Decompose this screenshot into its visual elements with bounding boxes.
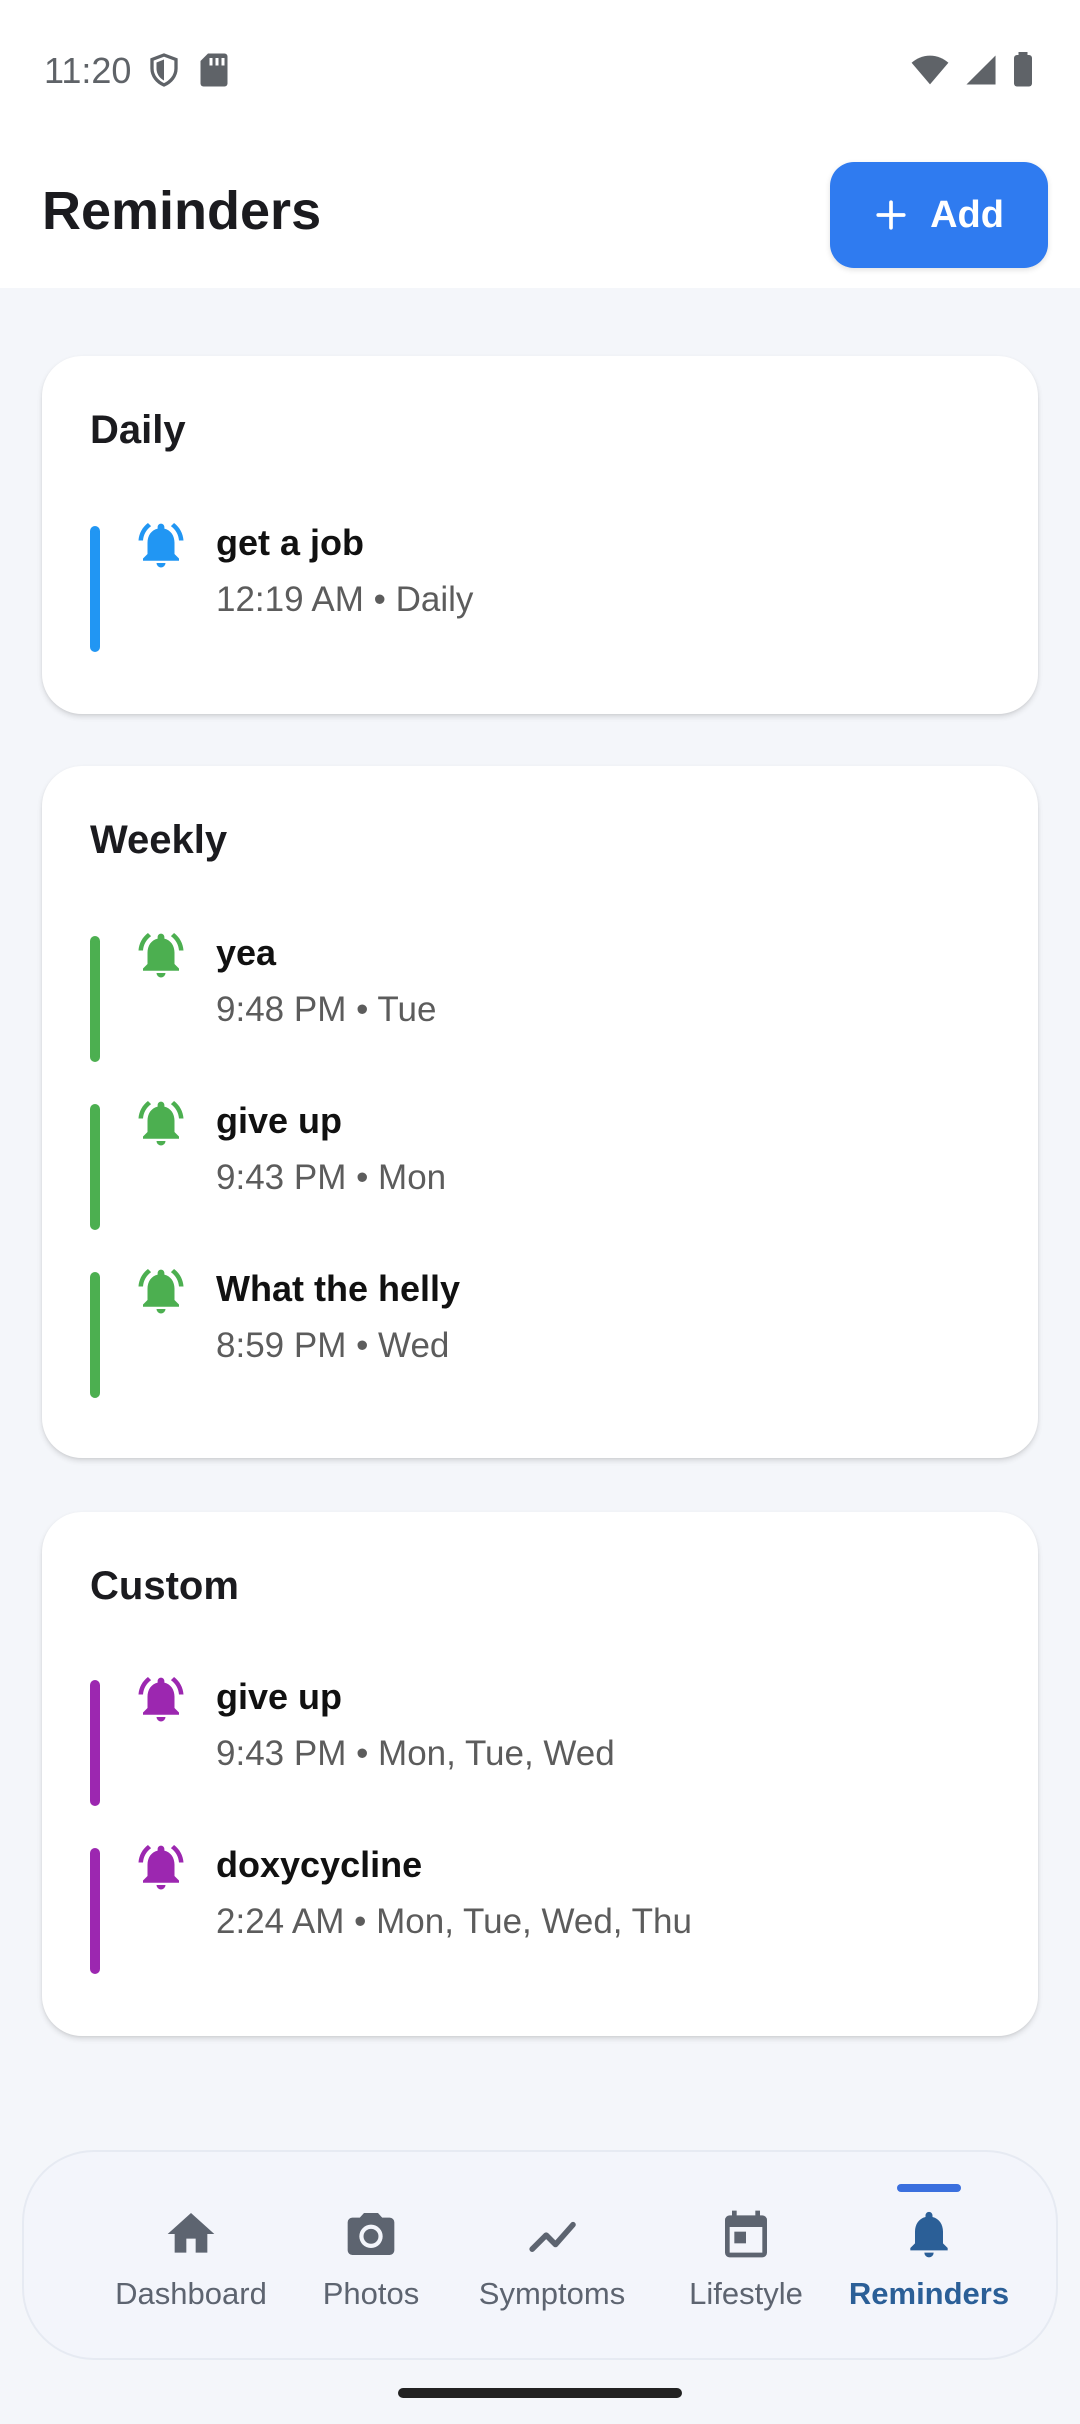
shield-icon [150,53,178,87]
daily-section-card: Daily get a job 12:19 AM • Daily [42,356,1038,714]
reminder-schedule: 9:43 PM • Mon [216,1158,447,1197]
reminder-item[interactable]: get a job 12:19 AM • Daily [90,522,990,652]
reminder-color-bar [90,936,100,1062]
section-title-custom: Custom [90,1564,239,1608]
sd-card-icon [200,53,228,87]
nav-item-photos[interactable]: Photos [276,2152,466,2358]
reminder-title: get a job [216,522,365,563]
bell-alarm-icon [138,1268,184,1314]
reminder-item[interactable]: yea 9:48 PM • Tue [90,932,990,1062]
reminder-item[interactable]: doxycycline 2:24 AM • Mon, Tue, Wed, Thu [90,1844,990,1974]
reminder-item[interactable]: give up 9:43 PM • Mon [90,1100,990,1230]
status-left-icons [146,52,230,88]
page-title: Reminders [42,181,322,241]
reminder-schedule: 9:48 PM • Tue [216,990,437,1029]
header: Reminders Add [0,140,1080,288]
nav-label: Dashboard [115,2276,267,2311]
section-title-weekly: Weekly [90,818,228,862]
reminder-title: What the helly [216,1268,461,1309]
nav-item-symptoms[interactable]: Symptoms [442,2152,662,2358]
screen: 11:20 Reminders Add Daily get a job 12:1… [0,0,1080,2424]
add-button[interactable]: Add [830,162,1048,268]
status-right-icons [910,52,1034,88]
nav-label: Lifestyle [689,2276,803,2311]
trend-icon [529,2221,576,2252]
reminder-item[interactable]: give up 9:43 PM • Mon, Tue, Wed [90,1676,990,1806]
status-time: 11:20 [44,50,132,91]
reminder-color-bar [90,1104,100,1230]
nav-label: Reminders [848,2276,1010,2311]
reminder-schedule: 9:43 PM • Mon, Tue, Wed [216,1734,615,1773]
camera-icon [347,2213,395,2255]
calendar-icon [725,2210,767,2258]
reminder-title: doxycycline [216,1844,423,1885]
nav-label: Photos [322,2276,420,2311]
nav-item-lifestyle[interactable]: Lifestyle [636,2152,856,2358]
reminder-color-bar [90,1848,100,1974]
bottom-nav: Dashboard Photos Symptoms Lifestyle Remi… [24,2152,1056,2358]
reminder-schedule: 12:19 AM • Daily [216,580,474,619]
reminder-color-bar [90,1680,100,1806]
bell-alarm-icon [138,1844,184,1890]
bell-alarm-icon [138,1100,184,1146]
active-tab-indicator [897,2184,961,2192]
reminder-schedule: 8:59 PM • Wed [216,1326,450,1365]
nav-label: Symptoms [478,2276,626,2311]
reminder-title: yea [216,932,277,973]
reminder-color-bar [90,526,100,652]
custom-section-card: Custom give up 9:43 PM • Mon, Tue, Wed d… [42,1512,1038,2036]
home-icon [167,2213,215,2253]
reminder-item[interactable]: What the helly 8:59 PM • Wed [90,1268,990,1398]
add-button-label: Add [930,193,1004,236]
reminder-title: give up [216,1676,343,1717]
reminder-title: give up [216,1100,343,1141]
weekly-section-card: Weekly yea 9:48 PM • Tue give up 9:43 PM… [42,766,1038,1458]
bell-alarm-icon [138,522,184,568]
bell-alarm-icon [138,1676,184,1722]
wifi-icon [911,55,949,85]
reminder-color-bar [90,1272,100,1398]
bell-icon [910,2211,948,2258]
status-bar: 11:20 [0,0,1080,140]
home-indicator[interactable] [398,2388,682,2398]
nav-item-reminders[interactable]: Reminders [824,2152,1034,2358]
cell-signal-icon [966,55,996,85]
battery-icon [1014,52,1032,87]
bell-alarm-icon [138,932,184,978]
plus-icon [876,200,906,230]
reminder-schedule: 2:24 AM • Mon, Tue, Wed, Thu [216,1902,692,1941]
section-title-daily: Daily [90,408,186,452]
